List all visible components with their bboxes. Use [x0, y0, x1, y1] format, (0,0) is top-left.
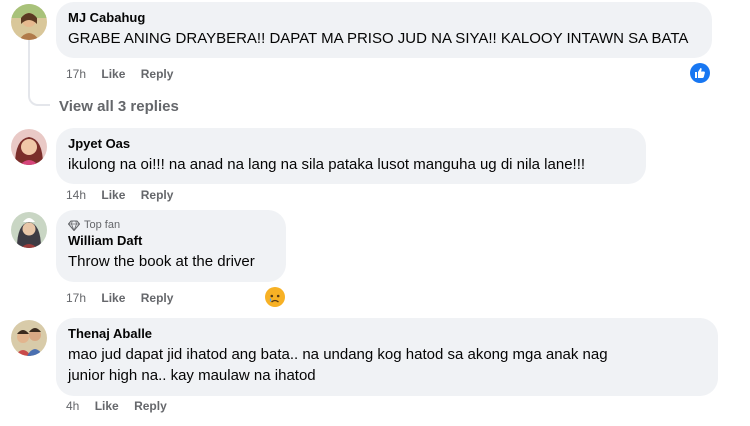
comment-text: Throw the book at the driver — [68, 253, 255, 270]
like-button[interactable]: Like — [101, 188, 125, 202]
comment-bubble: Jpyet Oas ikulong na oi!!! na anad na la… — [56, 128, 646, 184]
top-fan-label: Top fan — [84, 219, 121, 231]
comment-actions: 17h Like Reply — [66, 66, 185, 82]
comment-timestamp[interactable]: 4h — [66, 399, 79, 413]
comment-actions: 17h Like Reply — [66, 290, 185, 306]
comment-actions: 14h Like Reply — [66, 187, 185, 203]
comment-bubble: Thenaj Aballe mao jud dapat jid ihatod a… — [56, 318, 718, 396]
reply-button[interactable]: Reply — [141, 291, 174, 305]
diamond-icon — [68, 219, 80, 231]
like-button[interactable]: Like — [95, 399, 119, 413]
like-button[interactable]: Like — [101, 67, 125, 81]
like-reaction-icon[interactable] — [690, 63, 710, 83]
comment-bubble: MJ Cabahug GRABE ANING DRAYBERA!! DAPAT … — [56, 2, 712, 58]
comment-text: ikulong na oi!!! na anad na lang na sila… — [68, 156, 586, 173]
sad-reaction-icon[interactable] — [265, 287, 285, 307]
comment-timestamp[interactable]: 17h — [66, 291, 86, 305]
comment-actions: 4h Like Reply — [66, 398, 179, 414]
comment-author[interactable]: Jpyet Oas — [68, 136, 634, 152]
top-fan-badge[interactable]: Top fan — [68, 218, 274, 232]
comment-bubble: Top fan William Daft Throw the book at t… — [56, 210, 286, 282]
view-replies-link[interactable]: View all 3 replies — [59, 97, 179, 117]
comment-timestamp[interactable]: 14h — [66, 188, 86, 202]
reply-button[interactable]: Reply — [134, 399, 167, 413]
comment-text: GRABE ANING DRAYBERA!! DAPAT MA PRISO JU… — [68, 30, 689, 47]
avatar[interactable] — [11, 129, 47, 165]
comment-author[interactable]: William Daft — [68, 233, 274, 249]
comment-timestamp[interactable]: 17h — [66, 67, 86, 81]
comment-author[interactable]: Thenaj Aballe — [68, 326, 706, 342]
comment-author[interactable]: MJ Cabahug — [68, 10, 700, 26]
reply-thread-line — [28, 40, 50, 106]
like-button[interactable]: Like — [101, 291, 125, 305]
comment-text-line-1: mao jud dapat jid ihatod ang bata.. na u… — [68, 346, 608, 363]
avatar[interactable] — [11, 320, 47, 356]
comment-text-line-2: junior high na.. kay maulaw na ihatod — [68, 367, 316, 384]
reply-button[interactable]: Reply — [141, 67, 174, 81]
avatar[interactable] — [11, 4, 47, 40]
reply-button[interactable]: Reply — [141, 188, 174, 202]
avatar[interactable] — [11, 212, 47, 248]
